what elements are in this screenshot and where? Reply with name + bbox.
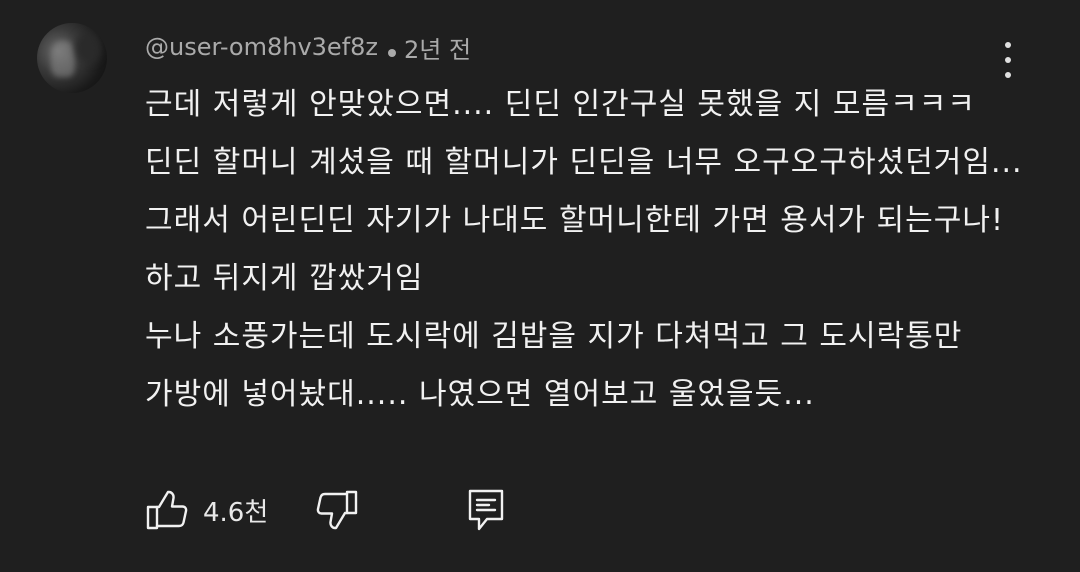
- comment-line: 그래서 어린딘딘 자기가 나대도 할머니한테 가면 용서가 되는구나!: [145, 203, 1004, 238]
- comment-line: 누나 소풍가는데 도시락에 김밥을 지가 다쳐먹고 그 도시락통만: [145, 319, 963, 354]
- comment-line: 근데 저렇게 안맞았으면.... 딘딘 인간구실 못했을 지 모름ㅋㅋㅋ: [145, 87, 976, 122]
- comment-line: 하고 뒤지게 깝쌌거임: [145, 261, 424, 296]
- dislike-button[interactable]: [315, 486, 359, 534]
- comment-card: @user-om8hv3ef8z 2년 전 근데 저렇게 안맞았으면.... 딘…: [0, 0, 1080, 572]
- like-count: 4.6천: [203, 497, 269, 528]
- comment-line: 가방에 넣어놨대..... 나였으면 열어보고 울었을듯...: [145, 377, 815, 412]
- avatar-image-detail: [75, 33, 101, 63]
- comment-timestamp[interactable]: 2년 전: [404, 30, 471, 65]
- comment-actions: 4.6천: [145, 486, 565, 534]
- reply-comment-icon: [465, 487, 507, 533]
- comment-line: 딘딘 할머니 계셨을 때 할머니가 딘딘을 너무 오구오구하셨던거임...: [145, 145, 1023, 180]
- author-name[interactable]: @user-om8hv3ef8z: [145, 33, 378, 61]
- menu-dot: [1005, 42, 1011, 48]
- avatar-image-detail: [51, 41, 75, 77]
- like-button[interactable]: 4.6천: [145, 486, 268, 534]
- separator-dot: [388, 49, 397, 57]
- comment-text: 근데 저렇게 안맞았으면.... 딘딘 인간구실 못했을 지 모름ㅋㅋㅋ 딘딘 …: [145, 76, 1045, 424]
- thumbs-down-icon: [315, 488, 359, 532]
- menu-dot: [1005, 57, 1011, 63]
- comment-header: @user-om8hv3ef8z 2년 전: [145, 30, 471, 64]
- thumbs-up-icon: [145, 488, 189, 532]
- reply-button[interactable]: [465, 486, 507, 534]
- avatar[interactable]: [37, 23, 107, 93]
